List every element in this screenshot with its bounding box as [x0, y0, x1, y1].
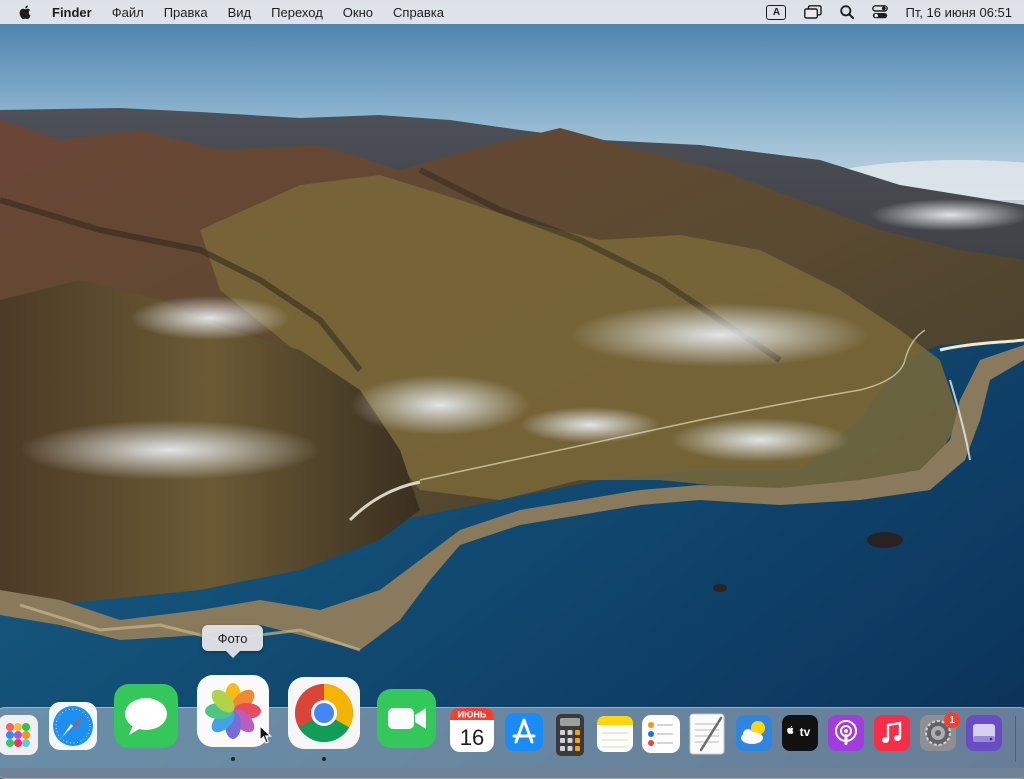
- reminders-icon[interactable]: [641, 714, 681, 754]
- chrome-running-indicator: [322, 757, 326, 761]
- menu-bar: Finder Файл Правка Вид Переход Окно Спра…: [0, 0, 1024, 24]
- textedit-icon[interactable]: [687, 712, 727, 756]
- menu-edit[interactable]: Правка: [154, 0, 218, 24]
- menu-file[interactable]: Файл: [102, 0, 154, 24]
- facetime-icon[interactable]: [376, 688, 437, 749]
- input-source-icon: A: [766, 4, 787, 20]
- apple-tv-icon[interactable]: tv: [781, 714, 819, 752]
- screen-mirroring-icon[interactable]: [795, 0, 831, 24]
- messages-icon[interactable]: [113, 683, 179, 749]
- app-store-icon[interactable]: [504, 712, 544, 752]
- menu-finder[interactable]: Finder: [48, 0, 102, 24]
- chrome-icon[interactable]: [287, 676, 361, 750]
- mouse-cursor-icon: [259, 724, 273, 750]
- menubar-clock[interactable]: Пт, 16 июня 06:51: [897, 5, 1012, 20]
- podcasts-icon[interactable]: [827, 714, 865, 752]
- disk-utility-icon[interactable]: [965, 714, 1003, 752]
- desktop-wallpaper: [0, 0, 1024, 768]
- calendar-icon[interactable]: ИЮНЬ 16: [449, 707, 495, 753]
- control-center-icon[interactable]: [863, 0, 897, 24]
- launchpad-icon[interactable]: [0, 713, 40, 757]
- calendar-month: ИЮНЬ: [458, 710, 487, 720]
- photos-running-indicator: [231, 757, 235, 761]
- apple-menu-icon[interactable]: [18, 4, 34, 20]
- music-icon[interactable]: [873, 714, 911, 752]
- notes-icon[interactable]: [596, 715, 634, 753]
- menu-go[interactable]: Переход: [261, 0, 333, 24]
- safari-icon[interactable]: [48, 701, 98, 751]
- menu-help[interactable]: Справка: [383, 0, 454, 24]
- apple-tv-label: tv: [800, 725, 811, 739]
- dock-divider: [1015, 716, 1016, 762]
- menu-view[interactable]: Вид: [218, 0, 262, 24]
- spotlight-search-icon[interactable]: [831, 0, 863, 24]
- input-source-menu[interactable]: A: [757, 0, 795, 24]
- weather-icon[interactable]: [735, 714, 773, 752]
- calculator-icon[interactable]: [555, 713, 585, 757]
- calendar-day: 16: [460, 725, 484, 750]
- system-preferences-badge: 1: [944, 712, 960, 728]
- dock-tooltip: Фото: [202, 625, 263, 658]
- menu-window[interactable]: Окно: [333, 0, 383, 24]
